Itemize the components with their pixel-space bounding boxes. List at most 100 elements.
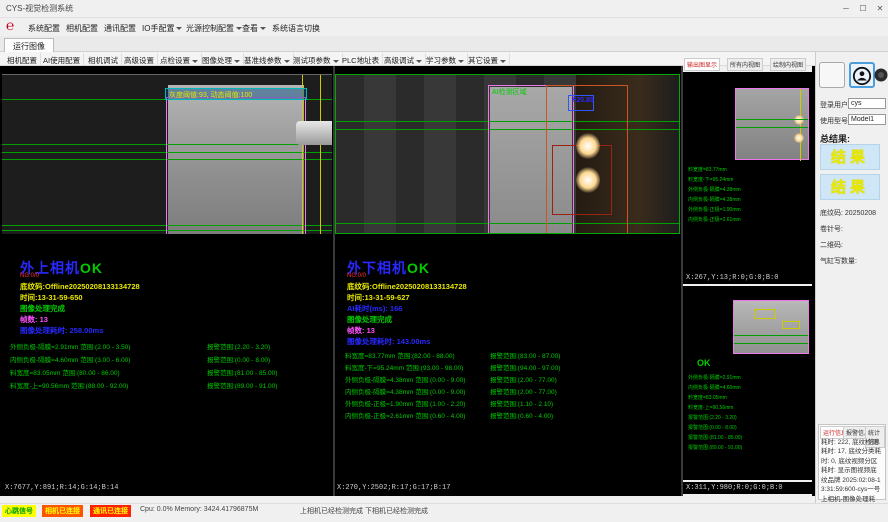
tool-label: AI使用配置 <box>43 56 80 65</box>
thumb2-coord-bar: X:311,Y:980;R:0;G:0;B:0 <box>683 482 812 494</box>
left-camera-image[interactable]: 灰度阈值:93, 动态阈值:100 <box>2 74 332 234</box>
alarm-range: 报警范围:(0.60 - 4.00) <box>490 410 553 420</box>
model-value-input[interactable] <box>848 114 886 125</box>
chevron-down-icon <box>333 60 339 63</box>
user-login-button[interactable] <box>849 62 875 88</box>
pixel-coords-readout: X:311,Y:980;R:0;G:0;B:0 <box>686 484 783 492</box>
chevron-down-icon <box>234 60 240 63</box>
menu-view[interactable]: 查看 <box>238 21 270 36</box>
thumb-line: 料宽度-下=95.24mm <box>688 176 733 184</box>
bright-spot <box>794 133 804 143</box>
roller-object <box>296 121 332 145</box>
result-ok: OK <box>80 260 103 276</box>
thumb-line: 料宽度=83.05mm <box>688 394 727 402</box>
title-bar: CYS-视觉检测系统 ─ ☐ ✕ <box>0 0 888 18</box>
menu-io-config[interactable]: IO手配置 <box>138 21 186 36</box>
measure-row: 料宽度=83.05mm 范围:(80.00 - 86.00) <box>10 367 120 377</box>
alarm-range: 报警范围:(81.00 - 85.00) <box>207 367 277 377</box>
threshold-box: 灰度阈值:93, 动态阈值:100 <box>165 88 307 100</box>
app-window: CYS-视觉检测系统 ─ ☐ ✕ ℮ 系统配置 相机配置 通讯配置 IO手配置 … <box>0 0 888 522</box>
pattern-code: 底纹码:Offline20250208133134728 <box>20 281 140 292</box>
qr-label: 二维码: <box>820 240 843 250</box>
tool-label: PLC地址表 <box>342 56 379 65</box>
menu-label: 查看 <box>242 24 258 33</box>
code-label: 底纹码: 20250208 <box>820 208 876 218</box>
tool-label: 测试项参数 <box>293 56 331 65</box>
menu-label: 系统配置 <box>28 24 60 33</box>
output-flag: NG:0/0 <box>347 273 366 279</box>
measure-row: 外侧负极-隔膜=4.38mm 范围:(0.00 - 9.00) <box>345 374 465 384</box>
bright-spot <box>794 115 804 125</box>
menu-label: 系统语言切换 <box>272 24 320 33</box>
yellow-mark <box>782 321 800 329</box>
result-ok: OK <box>407 260 430 276</box>
alarm-range: 报警范围:(0.00 - 8.00) <box>207 354 270 364</box>
record-button[interactable] <box>819 62 845 88</box>
chevron-down-icon <box>192 60 198 63</box>
measure-row: 内侧负极-隔膜=4.60mm 范围:(3.00 - 6.00) <box>10 354 130 364</box>
menu-label: IO手配置 <box>142 24 174 33</box>
stop-button[interactable] <box>874 64 888 86</box>
bright-spot <box>576 133 600 159</box>
thumb-line: 外侧负极-隔膜=2.91mm <box>688 374 741 382</box>
ai-region-label: AI检测区域 <box>492 87 527 97</box>
yellow-mark <box>754 309 776 319</box>
alarm-range: 报警范围:(83.00 - 87.00) <box>490 350 560 360</box>
measure-row: 外侧负极-隔膜=2.91mm 范围:(2.00 - 3.50) <box>10 341 130 351</box>
thumb-line: 料宽度=83.77mm <box>688 166 727 174</box>
menu-label: 光源控制配置 <box>186 24 234 33</box>
menu-light-config[interactable]: 光源控制配置 <box>182 21 246 36</box>
capture-time: 时间:13-31-59-627 <box>347 292 410 303</box>
roi-rect <box>166 97 306 234</box>
menu-label: 通讯配置 <box>104 24 136 33</box>
process-elapsed: 图像处理耗时: 258.00ms <box>20 325 103 336</box>
pixel-coords-readout: X:270,Y:2502;R:17;G:17;B:17 <box>337 484 450 492</box>
comm-connected-badge: 通讯已连接 <box>90 505 131 517</box>
tool-label: 相机配置 <box>7 56 37 65</box>
menu-language-switch[interactable]: 系统语言切换 <box>268 21 324 36</box>
tool-label: 高级设置 <box>124 56 154 65</box>
output-flag: NG:0/0 <box>20 273 39 279</box>
tool-label: 学习参数 <box>426 56 456 65</box>
process-done: 图像处理完成 <box>347 314 392 325</box>
thumbnail-view-1[interactable]: 料宽度=83.77mm 料宽度-下=95.24mm 外侧负极-隔膜=4.38mm… <box>683 72 812 272</box>
thumb-line: 外侧负极-隔膜=4.38mm <box>688 186 741 194</box>
thumb-tab-all[interactable]: 所有内视图 <box>727 58 763 71</box>
thumb-tab-output[interactable]: 输出图显示 <box>684 58 720 71</box>
pixel-coords-readout: X:267,Y:13;R:0;G:0;B:0 <box>686 274 778 282</box>
middle-camera-view[interactable]: F20.80 AI检测区域 外下相机OK NG:0/0 底纹码:Offline2… <box>335 66 680 496</box>
tool-label: 图像处理 <box>202 56 232 65</box>
minimize-button[interactable]: ─ <box>838 2 854 15</box>
main-view-area: 灰度阈值:93, 动态阈值:100 外上相机OK NG:0/0 底纹码:Offl… <box>0 66 815 496</box>
thumb-line: 报警范围:(89.00 - 91.00) <box>688 444 742 452</box>
user-value-input[interactable] <box>848 98 886 109</box>
capture-time: 时间:13-31-59-650 <box>20 292 83 303</box>
thumb-line: 报警范围:(81.00 - 85.00) <box>688 434 742 442</box>
process-elapsed: 图像处理耗时: 143.00ms <box>347 336 430 347</box>
thumbnail-view-2[interactable]: OK 外侧负极-隔膜=2.91mm 内侧负极-隔膜=4.60mm 料宽度=83.… <box>683 286 812 480</box>
threshold-label: 灰度阈值:93, 动态阈值:100 <box>169 90 252 100</box>
ai-detect-score: F20.80 <box>572 97 594 104</box>
thumb-tab-draw[interactable]: 绘制内视图 <box>770 58 806 71</box>
middle-camera-image[interactable]: F20.80 AI检测区域 <box>335 74 680 234</box>
left-camera-view[interactable]: 灰度阈值:93, 动态阈值:100 外上相机OK NG:0/0 底纹码:Offl… <box>2 66 332 496</box>
tool-label: 基准线参数 <box>244 56 282 65</box>
tool-label: 高级调试 <box>384 56 414 65</box>
menu-system-config[interactable]: 系统配置 <box>24 21 64 36</box>
thumb2-ok-label: OK <box>697 358 711 368</box>
thumb-line: 报警范围:(0.00 - 8.00) <box>688 424 737 432</box>
status-bar: 心跳信号 相机已连接 通讯已连接 Cpu: 0.0% Memory: 3424.… <box>0 503 888 516</box>
menu-comm-config[interactable]: 通讯配置 <box>100 21 140 36</box>
chevron-down-icon <box>500 60 506 63</box>
menu-camera-config[interactable]: 相机配置 <box>62 21 102 36</box>
yellow-mark <box>800 89 801 161</box>
close-button[interactable]: ✕ <box>872 2 888 15</box>
alarm-range: 报警范围:(1.10 - 2.10) <box>490 398 553 408</box>
tool-label: 其它设置 <box>468 56 498 65</box>
pattern-code: 底纹码:Offline20250208133134728 <box>347 281 467 292</box>
maximize-button[interactable]: ☐ <box>855 2 871 15</box>
thumb-line: 内侧负极-正极=2.61mm <box>688 216 741 224</box>
window-title: CYS-视觉检测系统 <box>6 3 73 14</box>
chevron-down-icon <box>416 60 422 63</box>
bright-spot <box>576 167 600 193</box>
